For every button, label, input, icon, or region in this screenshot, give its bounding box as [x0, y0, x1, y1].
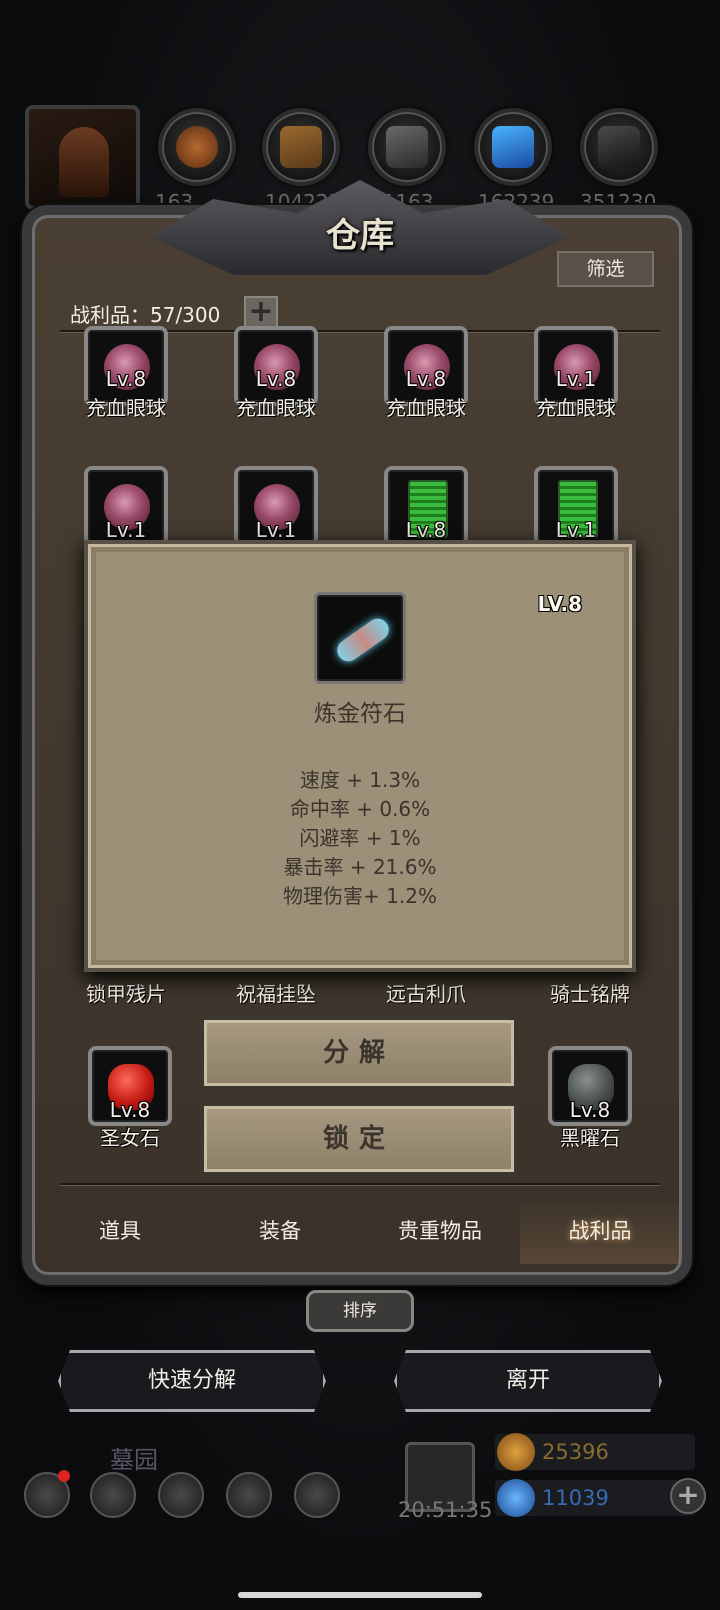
- gem-amount: 11039: [542, 1486, 609, 1510]
- area-name: 墓园: [110, 1446, 158, 1474]
- stat-line: 暴击率 + 21.6%: [283, 855, 437, 879]
- stat-line: 命中率 + 0.6%: [289, 797, 431, 821]
- category-tabs: 道具 装备 贵重物品 战利品: [40, 1198, 680, 1264]
- item-name: 充血眼球: [236, 396, 316, 420]
- star-icon[interactable]: [90, 1472, 136, 1518]
- item-detail-level: LV.8: [537, 592, 582, 616]
- stone-icon: [598, 126, 640, 168]
- gold-amount: 25396: [542, 1440, 609, 1464]
- tab-valuables[interactable]: 贵重物品: [360, 1198, 520, 1264]
- menu-icon[interactable]: [158, 1472, 204, 1518]
- gourd-icon: [176, 126, 218, 168]
- item-name: 远古利爪: [386, 982, 466, 1006]
- wood-icon: [280, 126, 322, 168]
- panel-title: 仓库: [326, 216, 394, 256]
- map-icon[interactable]: [294, 1472, 340, 1518]
- gem-icon: [497, 1479, 535, 1517]
- item-name: 祝福挂坠: [236, 982, 316, 1006]
- resource-slot-5: [580, 108, 658, 186]
- decompose-button[interactable]: 分解: [200, 1016, 518, 1090]
- item-level: Lv.1: [555, 367, 597, 391]
- quick-decompose-button[interactable]: 快速分解: [58, 1350, 326, 1412]
- item-name: 锁甲残片: [86, 982, 166, 1006]
- item-name: 黑曜石: [560, 1126, 620, 1150]
- sort-button[interactable]: 排序: [306, 1290, 414, 1332]
- add-currency-button[interactable]: +: [670, 1478, 706, 1514]
- character-portrait[interactable]: [25, 105, 140, 210]
- item-detail-popup: LV.8 炼金符石 速度 + 1.3% 命中率 + 0.6% 闪避率 + 1% …: [84, 540, 636, 972]
- item-name: 骑士铭牌: [550, 982, 630, 1006]
- resource-slot-1: [158, 108, 236, 186]
- item-level: Lv.1: [105, 518, 147, 542]
- home-indicator[interactable]: [238, 1592, 482, 1598]
- gold-icon: [497, 1433, 535, 1471]
- item-level: Lv.8: [405, 518, 447, 542]
- tab-items[interactable]: 道具: [40, 1198, 200, 1264]
- item-level: Lv.1: [255, 518, 297, 542]
- item-name: 圣女石: [100, 1126, 160, 1150]
- loot-count: 战利品：57/300: [70, 303, 221, 327]
- clock: 20:51:35: [398, 1498, 493, 1522]
- rune-stone-icon: [332, 614, 394, 666]
- crystal-icon: [492, 126, 534, 168]
- resource-slot-2: [262, 108, 340, 186]
- tab-loot[interactable]: 战利品: [520, 1198, 680, 1264]
- stat-line: 闪避率 + 1%: [299, 826, 421, 850]
- item-name: 充血眼球: [386, 396, 466, 420]
- item-level: Lv.8: [255, 367, 297, 391]
- expand-capacity-button[interactable]: +: [244, 296, 278, 330]
- item-detail-name: 炼金符石: [314, 701, 406, 727]
- leave-button[interactable]: 离开: [394, 1350, 662, 1412]
- notification-dot: [58, 1470, 70, 1482]
- item-detail-frame: [314, 592, 406, 684]
- resource-slot-4: [474, 108, 552, 186]
- tab-equipment[interactable]: 装备: [200, 1198, 360, 1264]
- character-figure-icon: [59, 127, 109, 197]
- item-level: Lv.1: [555, 518, 597, 542]
- resource-slot-3: [368, 108, 446, 186]
- iron-icon: [386, 126, 428, 168]
- mail-icon[interactable]: [226, 1472, 272, 1518]
- stat-line: 物理伤害+ 1.2%: [283, 884, 437, 908]
- item-level: Lv.8: [569, 1098, 611, 1122]
- bottom-divider: [60, 1183, 660, 1185]
- stat-line: 速度 + 1.3%: [299, 768, 421, 792]
- item-level: Lv.8: [105, 367, 147, 391]
- lock-button[interactable]: 锁定: [200, 1102, 518, 1176]
- item-level: Lv.8: [405, 367, 447, 391]
- item-name: 充血眼球: [86, 396, 166, 420]
- game-screen: 163 104223 41163 162239 351230 仓库 筛选 战利品…: [0, 0, 720, 1610]
- item-level: Lv.8: [109, 1098, 151, 1122]
- filter-button[interactable]: 筛选: [557, 251, 654, 287]
- item-name: 充血眼球: [536, 396, 616, 420]
